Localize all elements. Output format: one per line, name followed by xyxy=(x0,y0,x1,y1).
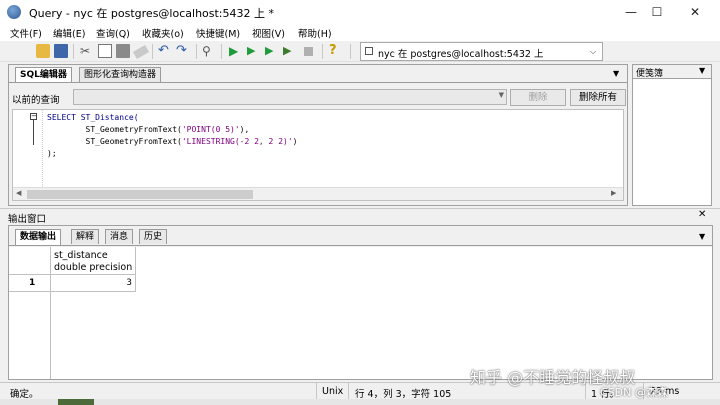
scroll-left-icon[interactable]: ◀ xyxy=(16,189,21,197)
menu-favorites[interactable]: 收藏夹(o) xyxy=(142,26,184,40)
toolbar-separator xyxy=(152,44,153,59)
execute-to-file-icon[interactable]: ▶ xyxy=(265,44,279,58)
tab-graphical-query-builder[interactable]: 图形化查询构造器 xyxy=(79,67,162,82)
delete-button[interactable]: 删除 xyxy=(510,89,566,106)
menu-bar: 文件(F) 编辑(E) 查询(Q) 收藏夹(o) 快捷键(M) 视图(V) 帮助… xyxy=(0,24,720,41)
redo-icon[interactable]: ↷ xyxy=(176,44,190,58)
menu-help[interactable]: 帮助(H) xyxy=(298,26,332,40)
status-encoding: Unix xyxy=(322,386,344,397)
output-window-title: 输出窗口 xyxy=(8,214,47,225)
watermark: CSDN @森森 xyxy=(600,386,668,399)
toolbar: ✂ ↶ ↷ ⚲ ▶ ▶ ▶ ▶ ? nyc 在 postgres@localho… xyxy=(0,41,720,62)
status-cursor-position: 行 4，列 3，字符 105 xyxy=(355,389,452,400)
previous-queries-label: 以前的查询 xyxy=(12,95,60,106)
notepad-title: 便笺簿 xyxy=(636,69,664,79)
toolbar-separator xyxy=(221,44,222,59)
editor-gutter: − xyxy=(13,110,43,187)
status-separator xyxy=(348,383,349,400)
toolbar-separator xyxy=(322,44,323,59)
copy-icon[interactable] xyxy=(98,44,112,58)
column-header[interactable]: st_distance double precision xyxy=(51,247,136,275)
connection-checkbox[interactable] xyxy=(365,47,373,55)
code-line: SELECT ST_Distance( xyxy=(47,113,139,122)
connection-value: nyc 在 postgres@localhost:5432 上 xyxy=(378,49,544,60)
tab-explain[interactable]: 解释 xyxy=(71,229,100,244)
menu-query[interactable]: 查询(Q) xyxy=(96,26,130,40)
code-line: ); xyxy=(47,149,57,158)
horizontal-scrollbar[interactable]: ◀ ▶ xyxy=(13,187,623,200)
undo-icon[interactable]: ↶ xyxy=(158,44,172,58)
table-cell[interactable]: 3 xyxy=(51,275,136,292)
menu-view[interactable]: 视图(V) xyxy=(252,26,285,40)
column-name: st_distance xyxy=(54,250,108,261)
output-pane: 数据输出 解释 消息 历史 ▼ st_distance double preci… xyxy=(8,225,713,380)
tab-data-output[interactable]: 数据输出 xyxy=(15,229,62,245)
delete-all-button[interactable]: 删除所有 xyxy=(570,89,626,106)
tab-history[interactable]: 历史 xyxy=(139,229,168,244)
scrollbar-thumb[interactable] xyxy=(27,190,253,199)
hint-icon[interactable]: ? xyxy=(329,44,343,58)
chevron-down-icon[interactable]: ▼ xyxy=(499,91,504,99)
sql-editor-pane: SQL编辑器 图形化查询构造器 ▼ 以前的查询 ▼ 删除 删除所有 − SELE… xyxy=(8,64,628,206)
pane-menu-icon[interactable]: ▼ xyxy=(699,232,705,241)
code-line: ST_GeometryFromText('POINT(0 5)'), xyxy=(47,125,250,134)
toolbar-separator xyxy=(73,44,74,59)
code-line: ST_GeometryFromText('LINESTRING(-2 2, 2 … xyxy=(47,137,298,146)
scroll-right-icon[interactable]: ▶ xyxy=(611,189,616,197)
paste-icon[interactable] xyxy=(116,44,130,58)
connection-select[interactable]: nyc 在 postgres@localhost:5432 上 ⌵ xyxy=(360,42,603,61)
taskbar-thumbnail xyxy=(58,399,94,405)
cut-icon[interactable]: ✂ xyxy=(80,44,94,58)
notepad-pane[interactable]: 便笺簿 ▼ xyxy=(632,64,712,206)
save-icon[interactable] xyxy=(54,44,68,58)
title-bar: Query - nyc 在 postgres@localhost:5432 上 … xyxy=(0,0,720,24)
close-icon[interactable]: ✕ xyxy=(698,209,706,220)
window-title: Query - nyc 在 postgres@localhost:5432 上 … xyxy=(29,7,275,20)
grid-corner[interactable] xyxy=(9,247,51,275)
maximize-button[interactable]: ☐ xyxy=(642,3,672,21)
execute-pgscript-icon[interactable]: ▶ xyxy=(283,44,297,58)
toolbar-separator xyxy=(350,44,351,59)
toolbar-separator xyxy=(196,44,197,59)
status-separator xyxy=(316,383,317,400)
notepad-header: 便笺簿 ▼ xyxy=(633,65,711,79)
row-number: 1 xyxy=(29,278,36,288)
pane-menu-icon[interactable]: ▼ xyxy=(699,66,705,75)
data-grid[interactable]: st_distance double precision 1 3 xyxy=(9,247,712,379)
column-type: double precision xyxy=(54,262,133,273)
row-header-column xyxy=(9,292,51,379)
menu-macros[interactable]: 快捷键(M) xyxy=(196,26,240,40)
explain-icon[interactable]: ▶ xyxy=(247,44,261,58)
row-header[interactable]: 1 xyxy=(9,275,51,292)
tab-messages[interactable]: 消息 xyxy=(105,229,134,244)
fold-line xyxy=(33,117,34,145)
menu-edit[interactable]: 编辑(E) xyxy=(53,26,85,40)
app-icon xyxy=(7,5,21,19)
pane-menu-icon[interactable]: ▼ xyxy=(613,69,619,78)
previous-queries-select[interactable]: ▼ xyxy=(73,89,507,105)
execute-icon[interactable]: ▶ xyxy=(229,44,243,58)
open-folder-icon[interactable] xyxy=(36,44,50,58)
cell-value: 3 xyxy=(126,278,132,288)
fold-toggle-icon[interactable]: − xyxy=(30,113,37,120)
eraser-icon[interactable] xyxy=(132,45,150,59)
chevron-down-icon[interactable]: ⌵ xyxy=(586,44,600,59)
tab-divider xyxy=(9,82,627,83)
sql-code-editor[interactable]: − SELECT ST_Distance( ST_GeometryFromTex… xyxy=(12,109,624,201)
stop-icon[interactable] xyxy=(304,47,313,56)
status-message: 确定。 xyxy=(10,389,39,400)
tab-divider xyxy=(9,245,712,246)
output-window-header: 输出窗口 ✕ xyxy=(0,208,720,225)
menu-file[interactable]: 文件(F) xyxy=(10,26,42,40)
close-button[interactable]: ✕ xyxy=(680,3,710,21)
tab-sql-editor[interactable]: SQL编辑器 xyxy=(15,67,72,83)
find-icon[interactable]: ⚲ xyxy=(202,44,216,58)
